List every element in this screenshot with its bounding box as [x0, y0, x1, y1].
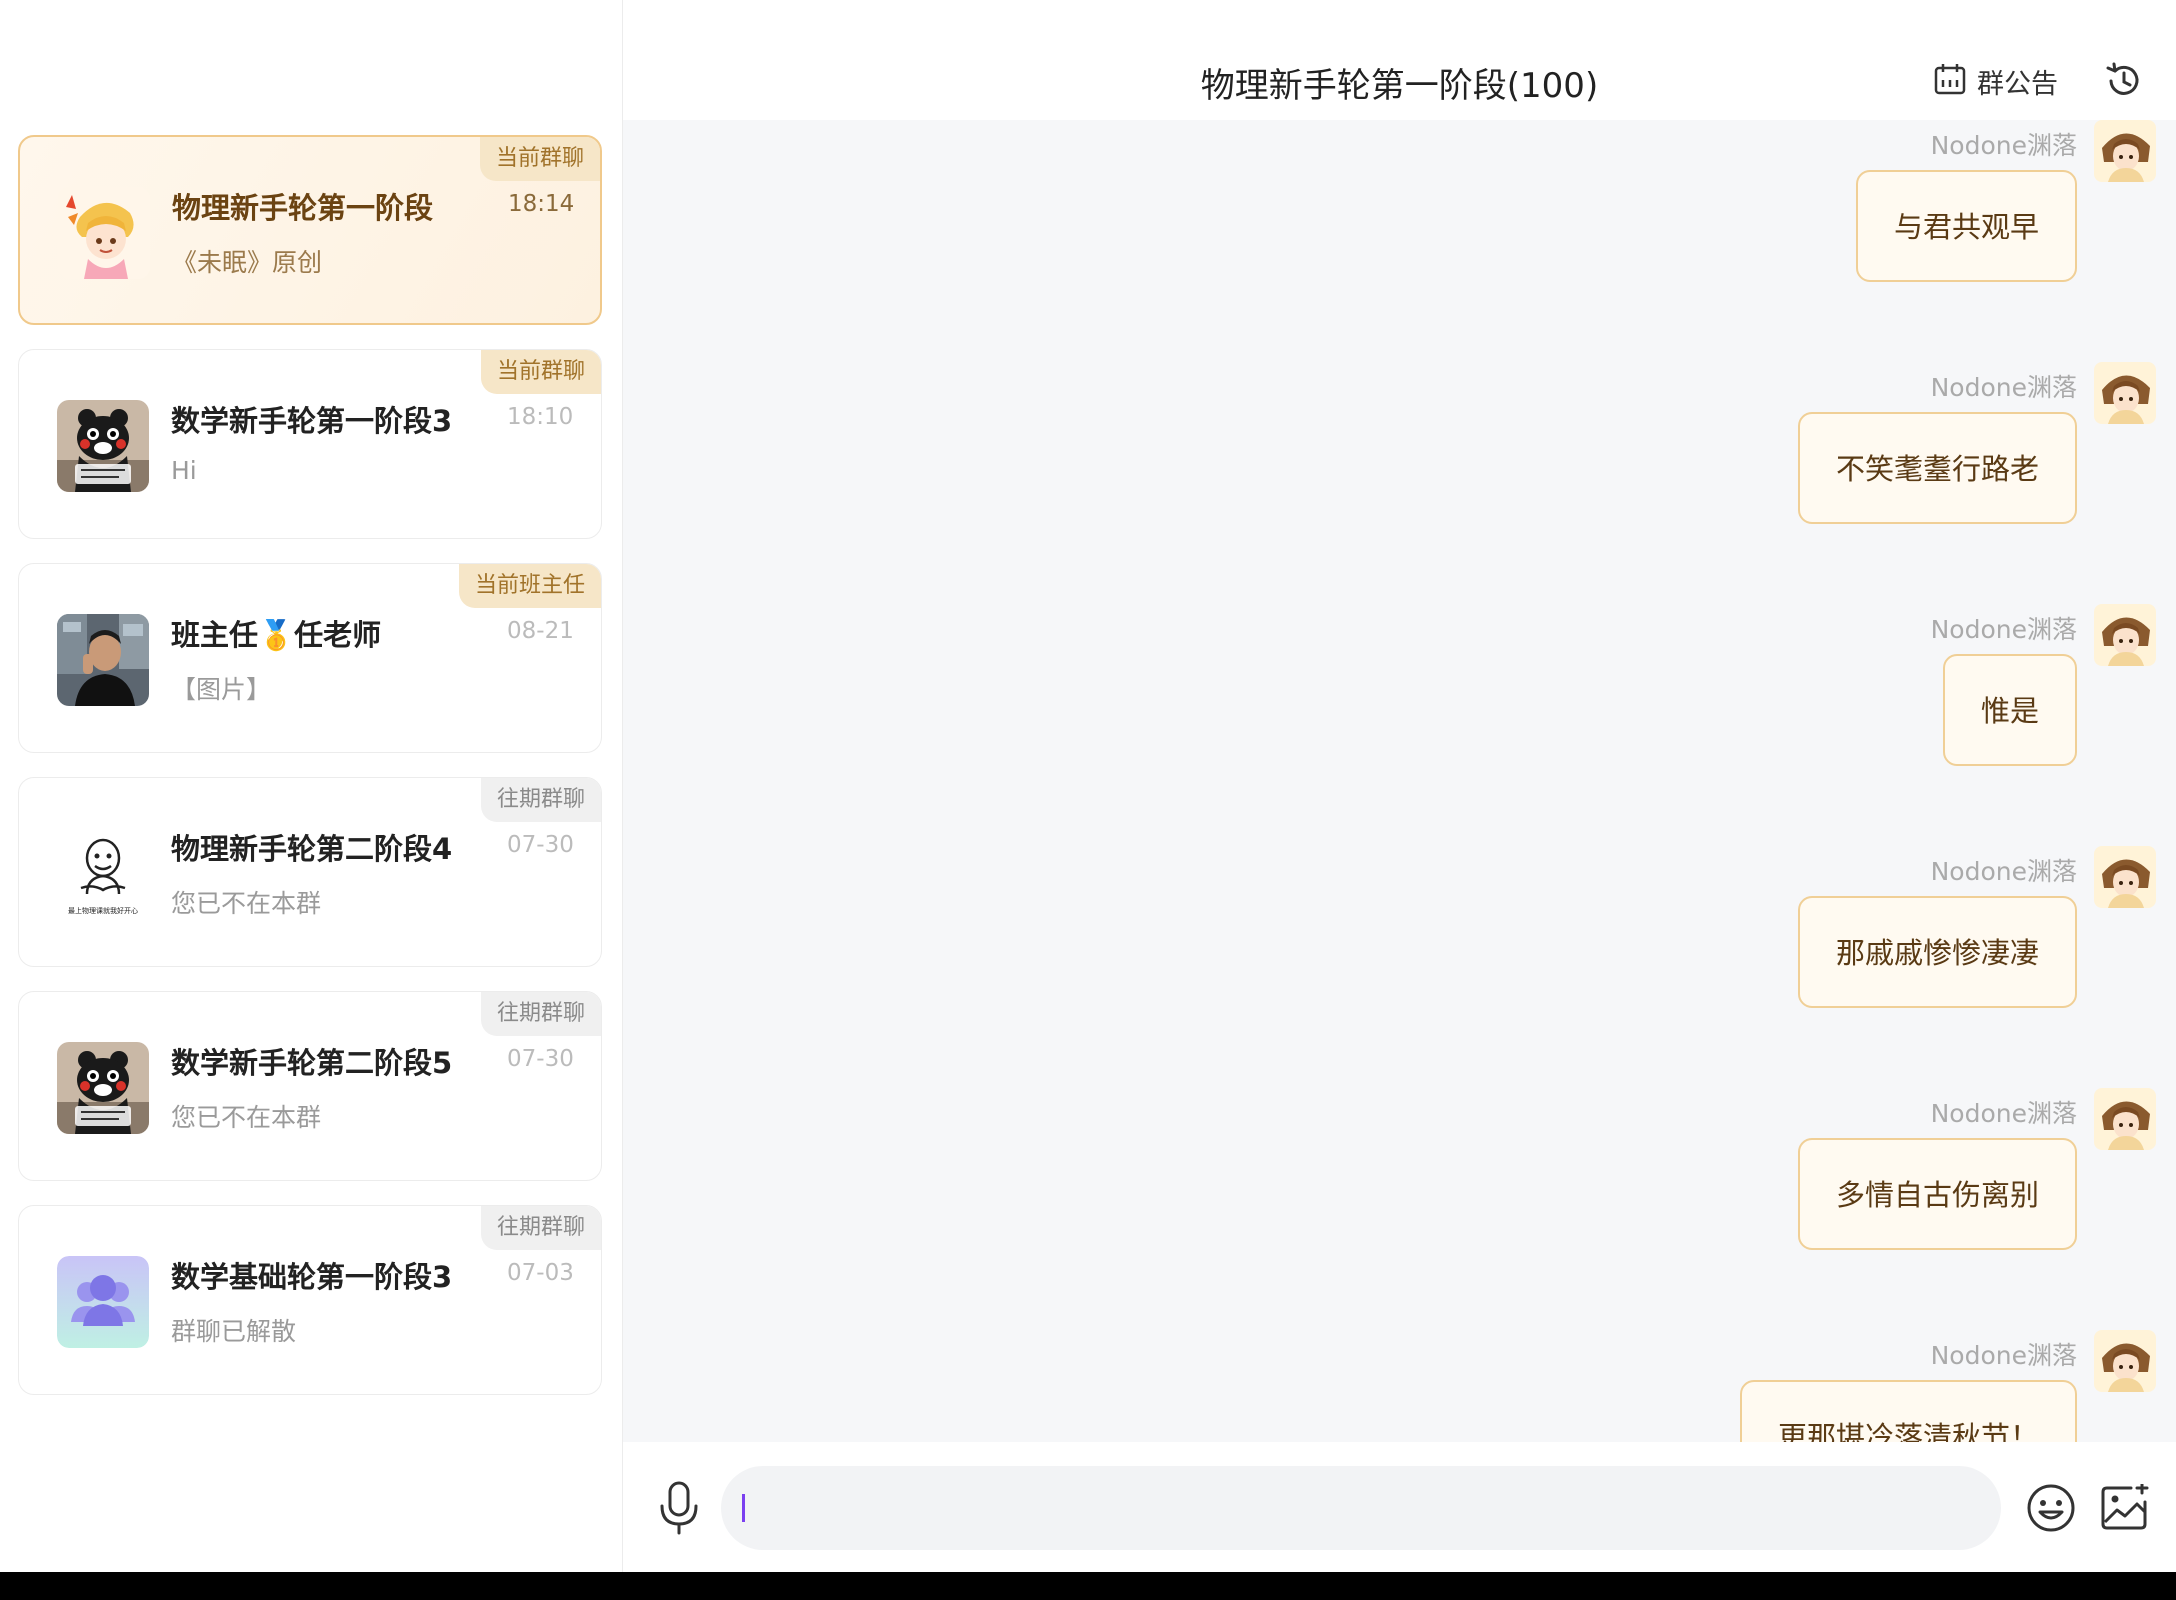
meme-sketch-avatar-icon: 最上物理课就我好开心	[57, 828, 149, 920]
conversation-tag: 往期群聊	[480, 1206, 601, 1250]
conversation-preview: 【图片】	[171, 675, 272, 704]
chat-pane: 物理新手轮第一阶段(100) 群公告 Nodone渊落 与君共观早 Nodone…	[623, 0, 2176, 1572]
message-item: Nodone渊落 更那堪冷落清秋节！	[623, 1330, 2176, 1442]
conversation-item-physics-stage1[interactable]: 当前群聊 物理新手轮第一阶段 18:14 《未眠》原创	[18, 135, 602, 325]
message-bubble[interactable]: 多情自古伤离别	[1797, 1138, 2077, 1250]
message-item: Nodone渊落 多情自古伤离别	[623, 1088, 2176, 1334]
conversation-tag: 往期群聊	[480, 992, 601, 1036]
conversation-tag: 当前群聊	[479, 137, 600, 181]
image-icon[interactable]	[2099, 1481, 2149, 1532]
message-item: Nodone渊落 惟是	[623, 604, 2176, 850]
text-cursor	[742, 1494, 745, 1522]
conversation-time: 07-30	[507, 1046, 574, 1072]
conversation-title: 物理新手轮第一阶段	[172, 191, 434, 225]
group-default-avatar-icon	[57, 1256, 149, 1348]
sender-avatar-icon[interactable]	[2094, 120, 2156, 182]
conversation-time: 08-21	[507, 618, 574, 644]
kumamon-avatar-icon	[57, 1042, 149, 1134]
message-bubble[interactable]: 那戚戚惨惨凄凄	[1797, 896, 2077, 1008]
conversation-preview: 《未眠》原创	[172, 248, 323, 277]
input-bar	[623, 1442, 2176, 1572]
conversation-title: 班主任🥇任老师	[171, 618, 382, 652]
message-bubble[interactable]: 惟是	[1942, 654, 2077, 766]
message-item: Nodone渊落 那戚戚惨惨凄凄	[623, 846, 2176, 1092]
conversation-title: 数学新手轮第二阶段5	[171, 1046, 453, 1080]
sender-avatar-icon[interactable]	[2094, 362, 2156, 424]
conversation-sidebar: 当前群聊 物理新手轮第一阶段 18:14 《未眠》原创 当前群聊 数学新手轮第一…	[0, 0, 623, 1572]
conversation-preview: 群聊已解散	[171, 1317, 297, 1346]
microphone-icon[interactable]	[657, 1480, 701, 1536]
conversation-preview: 您已不在本群	[171, 1103, 322, 1132]
chat-header: 物理新手轮第一阶段(100) 群公告	[623, 0, 2176, 120]
message-sender: Nodone渊落	[1930, 1099, 2077, 1128]
conversation-tag: 当前群聊	[480, 350, 601, 394]
app-window: 当前群聊 物理新手轮第一阶段 18:14 《未眠》原创 当前群聊 数学新手轮第一…	[0, 0, 2176, 1600]
conversation-item-math-basic-stage1-3[interactable]: 往期群聊 数学基础轮第一阶段3 07-03 群聊已解散	[18, 1205, 602, 1395]
sender-avatar-icon[interactable]	[2094, 1088, 2156, 1150]
conversation-item-math-stage2-5[interactable]: 往期群聊 数学新手轮第二阶段5 07-30 您已不在本群	[18, 991, 602, 1181]
message-sender: Nodone渊落	[1930, 131, 2077, 160]
group-notice-button[interactable]: 群公告	[1933, 62, 2058, 100]
conversation-item-physics-stage2-4[interactable]: 往期群聊 最上物理课就我好开心 物理新手轮第二阶段4 07-30 您已不在本群	[18, 777, 602, 967]
message-sender: Nodone渊落	[1930, 1341, 2077, 1370]
sender-avatar-icon[interactable]	[2094, 1330, 2156, 1392]
emoji-icon[interactable]	[2025, 1482, 2077, 1534]
message-sender: Nodone渊落	[1930, 373, 2077, 402]
message-item: Nodone渊落 不笑耄耋行路老	[623, 362, 2176, 608]
message-sender: Nodone渊落	[1930, 857, 2077, 886]
system-bottom-bar	[0, 1572, 2176, 1600]
conversation-preview: Hi	[171, 456, 197, 485]
conversation-time: 07-30	[507, 832, 574, 858]
conversation-title: 物理新手轮第二阶段4	[171, 832, 453, 866]
message-bubble[interactable]: 更那堪冷落清秋节！	[1739, 1380, 2077, 1442]
conversation-time: 18:14	[508, 191, 575, 217]
conversation-item-math-stage1-3[interactable]: 当前群聊 数学新手轮第一阶段3 18:10 Hi	[18, 349, 602, 539]
message-sender: Nodone渊落	[1930, 615, 2077, 644]
message-bubble[interactable]: 不笑耄耋行路老	[1797, 412, 2077, 524]
group-notice-label: 群公告	[1977, 68, 2058, 100]
teacher-photo-avatar-icon	[57, 614, 149, 706]
message-list: Nodone渊落 与君共观早 Nodone渊落 不笑耄耋行路老 Nodone渊落…	[623, 120, 2176, 1442]
conversation-tag: 当前班主任	[458, 564, 601, 608]
kumamon-avatar-icon	[57, 400, 149, 492]
anime-girl-avatar-icon	[58, 187, 150, 279]
sender-avatar-icon[interactable]	[2094, 604, 2156, 666]
conversation-time: 07-03	[507, 1260, 574, 1286]
calendar-icon	[1933, 62, 1967, 100]
conversation-time: 18:10	[507, 404, 574, 430]
conversation-tag: 往期群聊	[480, 778, 601, 822]
history-icon[interactable]	[2103, 60, 2145, 102]
conversation-title: 数学基础轮第一阶段3	[171, 1260, 453, 1294]
sender-avatar-icon[interactable]	[2094, 846, 2156, 908]
conversation-preview: 您已不在本群	[171, 889, 322, 918]
message-bubble[interactable]: 与君共观早	[1855, 170, 2077, 282]
message-input[interactable]	[721, 1466, 2001, 1550]
message-item: Nodone渊落 与君共观早	[623, 120, 2176, 366]
conversation-title: 数学新手轮第一阶段3	[171, 404, 453, 438]
avatar-caption: 最上物理课就我好开心	[68, 907, 138, 915]
conversation-item-head-teacher[interactable]: 当前班主任 班主任🥇任老师 08-21 【图片】	[18, 563, 602, 753]
